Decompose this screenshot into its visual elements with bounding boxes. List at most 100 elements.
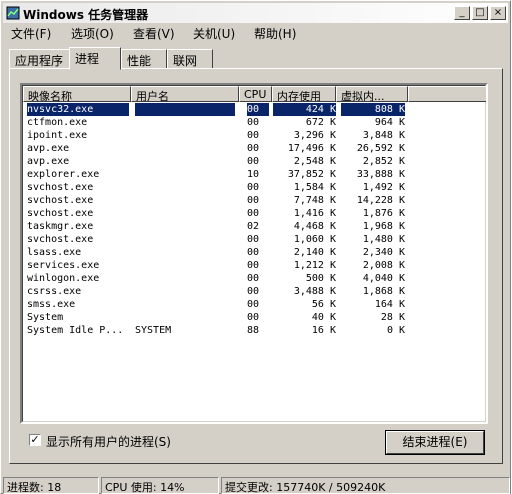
menu-help[interactable]: 帮助(H) <box>254 25 296 42</box>
cell-cpu: 00 <box>247 143 260 154</box>
menu-options[interactable]: 选项(O) <box>71 25 114 42</box>
cell-virtual-memory: 26,592 K <box>356 143 405 154</box>
process-row[interactable]: ipoint.exe 00 3,296 K 3,848 K <box>23 129 486 142</box>
process-row[interactable]: System 00 40 K 28 K <box>23 311 486 324</box>
cell-memory: 672 K <box>305 117 336 128</box>
column-header-spacer <box>408 86 486 102</box>
cell-virtual-memory: 164 K <box>374 299 405 310</box>
show-all-users-checkbox[interactable]: ✓ <box>29 434 41 446</box>
cell-user-name <box>135 168 235 181</box>
cell-cpu: 00 <box>247 299 260 310</box>
title-bar[interactable]: Windows 任务管理器 _ □ × <box>3 3 508 23</box>
cell-image-name: svchost.exe <box>27 182 94 193</box>
process-row[interactable]: services.exe 00 1,212 K 2,008 K <box>23 259 486 272</box>
status-bar: 进程数: 18 CPU 使用: 14% 提交更改: 157740K / 5092… <box>3 477 510 494</box>
cell-image-name: System Idle P... <box>27 325 124 336</box>
process-row[interactable]: svchost.exe 00 7,748 K 14,228 K <box>23 194 486 207</box>
show-all-users-label: 显示所有用户的进程(S) <box>46 435 171 449</box>
process-row[interactable]: avp.exe 00 17,496 K 26,592 K <box>23 142 486 155</box>
cell-image-name: winlogon.exe <box>27 273 100 284</box>
process-row[interactable]: svchost.exe 00 1,584 K 1,492 K <box>23 181 486 194</box>
cell-memory: 2,140 K <box>293 247 336 258</box>
process-row[interactable]: csrss.exe 00 3,488 K 1,868 K <box>23 285 486 298</box>
cell-cpu: 10 <box>247 169 260 180</box>
process-list[interactable]: 映像名称 用户名 CPU 内存使用 虚拟内... nvsvc32.exe 00 42… <box>20 83 488 424</box>
cell-image-name: svchost.exe <box>27 234 94 245</box>
cell-virtual-memory: 1,876 K <box>362 208 405 219</box>
column-header-user-name[interactable]: 用户名 <box>131 86 239 102</box>
end-process-button[interactable]: 结束进程(E) <box>385 430 485 455</box>
cell-cpu: 00 <box>247 130 260 141</box>
cell-user-name <box>135 285 235 298</box>
tab-performance[interactable]: 性能 <box>121 49 167 69</box>
column-header-memory[interactable]: 内存使用 <box>272 86 336 102</box>
status-cpu-usage: CPU 使用: 14% <box>101 477 219 494</box>
cell-user-name <box>135 246 235 259</box>
cell-user-name <box>135 233 235 246</box>
cell-user-name: SYSTEM <box>135 325 172 336</box>
task-manager-window: Windows 任务管理器 _ □ × 文件(F) 选项(O) 查看(V) 关机… <box>0 0 511 494</box>
cell-memory: 7,748 K <box>293 195 336 206</box>
cell-image-name: avp.exe <box>27 143 70 154</box>
cell-memory: 500 K <box>305 273 336 284</box>
tab-processes[interactable]: 进程 <box>69 47 121 70</box>
process-row[interactable]: lsass.exe 00 2,140 K 2,340 K <box>23 246 486 259</box>
process-row[interactable]: smss.exe 00 56 K 164 K <box>23 298 486 311</box>
column-header-virtual-memory[interactable]: 虚拟内... <box>336 86 408 102</box>
cell-user-name <box>135 129 235 142</box>
process-row[interactable]: ctfmon.exe 00 672 K 964 K <box>23 116 486 129</box>
cell-user-name <box>135 207 235 220</box>
cell-user-name <box>135 259 235 272</box>
cell-user-name <box>135 116 235 129</box>
cell-image-name: taskmgr.exe <box>27 221 94 232</box>
menu-view[interactable]: 查看(V) <box>133 25 175 42</box>
menu-file[interactable]: 文件(F) <box>11 25 51 42</box>
cell-image-name: smss.exe <box>27 299 76 310</box>
status-commit-charge: 提交更改: 157740K / 509240K <box>221 477 510 494</box>
cell-memory: 1,416 K <box>293 208 336 219</box>
cell-virtual-memory: 28 K <box>380 312 405 323</box>
cell-user-name <box>135 311 235 324</box>
column-header-image-name[interactable]: 映像名称 <box>23 86 131 102</box>
process-row[interactable]: svchost.exe 00 1,416 K 1,876 K <box>23 207 486 220</box>
cell-image-name: nvsvc32.exe <box>27 103 129 116</box>
cell-virtual-memory: 0 K <box>386 325 405 336</box>
process-row[interactable]: winlogon.exe 00 500 K 4,040 K <box>23 272 486 285</box>
window-title: Windows 任务管理器 <box>23 8 149 22</box>
process-row[interactable]: System Idle P... SYSTEM 88 16 K 0 K <box>23 324 486 337</box>
cell-virtual-memory: 1,480 K <box>362 234 405 245</box>
process-row[interactable]: taskmgr.exe 02 4,468 K 1,968 K <box>23 220 486 233</box>
menu-shutdown[interactable]: 关机(U) <box>193 25 235 42</box>
cell-memory: 3,488 K <box>293 286 336 297</box>
status-process-count: 进程数: 18 <box>3 477 99 494</box>
cell-memory: 424 K <box>273 103 336 116</box>
cell-memory: 1,584 K <box>293 182 336 193</box>
column-header-cpu[interactable]: CPU <box>239 86 272 102</box>
process-row[interactable]: nvsvc32.exe 00 424 K 808 K <box>23 103 486 116</box>
cell-virtual-memory: 1,968 K <box>362 221 405 232</box>
process-row[interactable]: avp.exe 00 2,548 K 2,852 K <box>23 155 486 168</box>
cell-image-name: svchost.exe <box>27 208 94 219</box>
cell-cpu: 00 <box>247 260 260 271</box>
cell-user-name <box>135 272 235 285</box>
maximize-button[interactable]: □ <box>472 6 488 20</box>
cell-image-name: svchost.exe <box>27 195 94 206</box>
list-header: 映像名称 用户名 CPU 内存使用 虚拟内... <box>23 86 486 102</box>
cell-virtual-memory: 1,868 K <box>362 286 405 297</box>
process-row[interactable]: svchost.exe 00 1,060 K 1,480 K <box>23 233 486 246</box>
cell-user-name <box>135 155 235 168</box>
tab-applications[interactable]: 应用程序 <box>9 49 71 69</box>
cell-virtual-memory: 2,340 K <box>362 247 405 258</box>
process-row[interactable]: explorer.exe 10 37,852 K 33,888 K <box>23 168 486 181</box>
tab-networking[interactable]: 联网 <box>167 49 213 69</box>
minimize-button[interactable]: _ <box>454 6 470 20</box>
cell-cpu: 00 <box>247 208 260 219</box>
cell-image-name: ctfmon.exe <box>27 117 88 128</box>
close-button[interactable]: × <box>490 6 506 20</box>
cell-virtual-memory: 1,492 K <box>362 182 405 193</box>
cell-virtual-memory: 808 K <box>341 103 405 116</box>
cell-cpu: 00 <box>247 195 260 206</box>
cell-memory: 37,852 K <box>287 169 336 180</box>
cell-image-name: System <box>27 312 64 323</box>
cell-virtual-memory: 3,848 K <box>362 130 405 141</box>
